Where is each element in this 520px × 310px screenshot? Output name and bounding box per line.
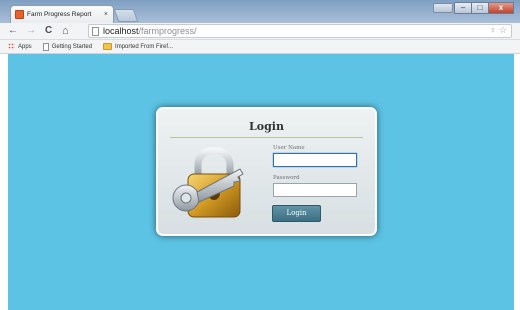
title-divider — [170, 137, 363, 138]
bookmark-apps[interactable]: Apps — [8, 43, 32, 50]
username-input[interactable] — [273, 153, 357, 167]
folder-icon — [103, 43, 113, 50]
new-tab-button[interactable] — [113, 9, 139, 22]
tab-title: Farm Progress Report — [27, 11, 92, 18]
maximize-button[interactable]: □ — [471, 2, 488, 14]
forward-arrow-icon[interactable]: → — [26, 25, 36, 37]
password-input[interactable] — [273, 183, 357, 197]
apps-grid-icon — [8, 43, 15, 50]
url-host: localhost — [103, 26, 139, 36]
profile-button[interactable] — [433, 3, 453, 13]
login-card: Login User Name Password Login — [156, 107, 377, 236]
login-button[interactable]: Login — [272, 205, 321, 222]
window-controls: – □ x — [454, 2, 514, 14]
address-bar[interactable]: localhost /farmprogress/ ♀ ☆ — [88, 24, 512, 38]
close-window-button[interactable]: x — [488, 2, 514, 14]
login-title: Login — [249, 120, 284, 133]
tab-close-icon[interactable]: × — [104, 11, 108, 18]
bookmark-label: Imported From Firef... — [115, 43, 174, 50]
favicon-icon — [15, 10, 24, 19]
bookmark-star-icon[interactable]: ♀ ☆ — [490, 25, 507, 36]
password-label: Password — [273, 175, 300, 181]
page-icon — [42, 42, 49, 51]
url-path: /farmprogress/ — [138, 26, 197, 36]
bookmark-imported-folder[interactable]: Imported From Firef... — [103, 43, 173, 50]
page-viewport: Login User Name Password Login — [8, 54, 514, 310]
bookmark-label: Getting Started — [51, 43, 93, 50]
bookmark-getting-started[interactable]: Getting Started — [42, 42, 93, 51]
bookmark-label: Apps — [18, 43, 32, 50]
browser-toolbar: ← → C ⌂ localhost /farmprogress/ ♀ ☆ — [0, 23, 520, 40]
minimize-button[interactable]: – — [454, 2, 471, 14]
padlock-key-icon — [172, 147, 244, 218]
bookmarks-bar: Apps Getting Started Imported From Firef… — [0, 40, 520, 54]
reload-icon[interactable]: C — [45, 25, 52, 37]
page-icon — [92, 26, 99, 36]
back-arrow-icon[interactable]: ← — [8, 25, 18, 37]
username-label: User Name — [273, 145, 305, 151]
browser-tab[interactable]: Farm Progress Report × — [10, 5, 114, 23]
browser-titlebar: Farm Progress Report × – □ x — [0, 0, 520, 23]
home-icon[interactable]: ⌂ — [62, 25, 69, 37]
